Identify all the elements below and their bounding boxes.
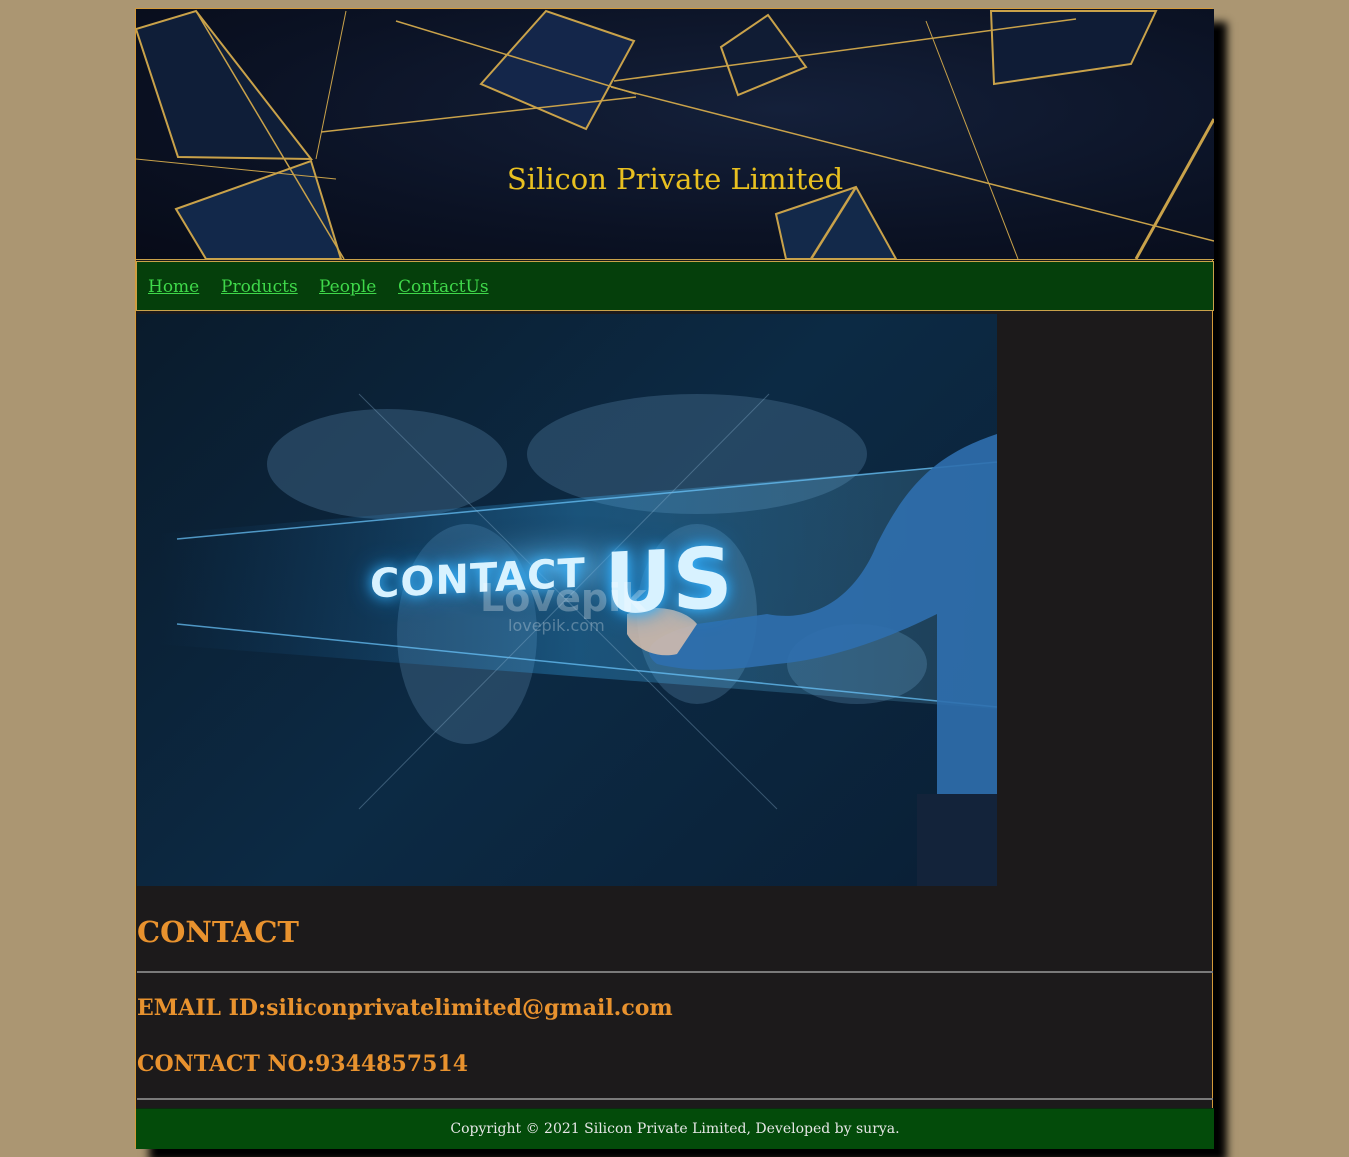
- geometric-header-decoration: [136, 9, 1214, 259]
- page-container: Silicon Private Limited Home Products Pe…: [135, 8, 1214, 1149]
- nav-link-home[interactable]: Home: [148, 276, 199, 298]
- phone-info: CONTACT NO:9344857514: [137, 1051, 469, 1077]
- nav-link-people[interactable]: People: [319, 276, 376, 298]
- divider: [137, 1098, 1213, 1100]
- watermark-logo: Lovepik: [480, 576, 647, 620]
- copyright-text: Copyright © 2021 Silicon Private Limited…: [450, 1121, 900, 1137]
- site-title: Silicon Private Limited: [506, 162, 844, 196]
- contact-heading: CONTACT: [137, 915, 300, 949]
- nav-link-products[interactable]: Products: [221, 276, 298, 298]
- main-nav: Home Products People ContactUs: [136, 261, 1214, 311]
- header-banner: Silicon Private Limited: [136, 9, 1214, 260]
- contact-us-banner-image: CONTACT US Lovepik lovepik.com: [137, 314, 997, 886]
- divider: [137, 971, 1213, 973]
- footer: Copyright © 2021 Silicon Private Limited…: [136, 1108, 1214, 1149]
- nav-link-contactus[interactable]: ContactUs: [398, 276, 489, 298]
- watermark-url: lovepik.com: [508, 616, 605, 635]
- email-info: EMAIL ID:siliconprivatelimited@gmail.com: [137, 995, 673, 1021]
